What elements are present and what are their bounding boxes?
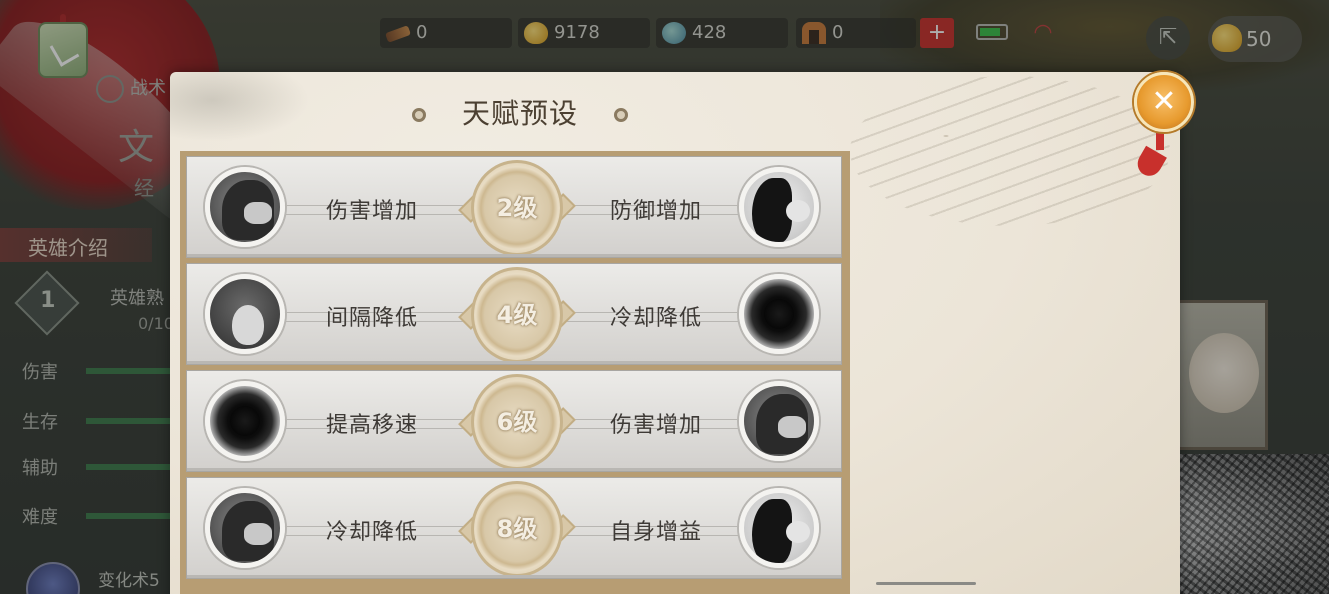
talent-left-label: 伤害增加 bbox=[325, 199, 418, 224]
vortex-icon[interactable] bbox=[739, 274, 819, 354]
close-button[interactable]: ✕ bbox=[1134, 72, 1194, 132]
talent-right-label: 伤害增加 bbox=[609, 413, 702, 438]
talent-right-label: 冷却降低 bbox=[609, 306, 702, 331]
talent-row[interactable]: 冷却降低 8级 自身增益 bbox=[186, 477, 842, 579]
level-label: 8级 bbox=[496, 515, 538, 543]
level-label: 4级 bbox=[496, 301, 538, 329]
talent-row[interactable]: 伤害增加 2级 防御增加 bbox=[186, 156, 842, 258]
dialog-title: 天赋预设 bbox=[461, 97, 578, 130]
ornament-icon bbox=[412, 108, 426, 122]
level-medal: 4级 bbox=[458, 267, 576, 363]
level-label: 6级 bbox=[496, 408, 538, 436]
talent-row[interactable]: 提高移速 6级 伤害增加 bbox=[186, 370, 842, 472]
beast-mask-icon[interactable] bbox=[739, 167, 819, 247]
level-label: 2级 bbox=[496, 194, 538, 222]
close-icon: ✕ bbox=[1151, 84, 1177, 119]
talent-list: 伤害增加 2级 防御增加 间隔降低 4级 冷却降低 提高移速 6级 伤害增加 冷… bbox=[180, 151, 850, 594]
branch-decoration bbox=[850, 76, 1170, 226]
talent-right-label: 防御增加 bbox=[609, 199, 702, 224]
drop-icon[interactable] bbox=[205, 274, 285, 354]
talent-left-label: 间隔降低 bbox=[325, 306, 418, 331]
tassel-decoration bbox=[1134, 128, 1174, 180]
warrior-icon[interactable] bbox=[205, 167, 285, 247]
vortex-icon[interactable] bbox=[205, 381, 285, 461]
level-medal: 6级 bbox=[458, 374, 576, 470]
talent-right-label: 自身增益 bbox=[609, 520, 702, 545]
level-medal: 2级 bbox=[458, 160, 576, 256]
beast-mask-icon[interactable] bbox=[739, 488, 819, 568]
warrior-icon[interactable] bbox=[205, 488, 285, 568]
level-medal: 8级 bbox=[458, 481, 576, 577]
talent-left-label: 提高移速 bbox=[325, 413, 418, 438]
warrior-icon[interactable] bbox=[739, 381, 819, 461]
talent-row[interactable]: 间隔降低 4级 冷却降低 bbox=[186, 263, 842, 365]
dialog-header: 天赋预设 bbox=[410, 94, 630, 134]
ink-decoration bbox=[170, 72, 310, 142]
scrollbar[interactable] bbox=[876, 582, 976, 585]
talent-left-label: 冷却降低 bbox=[325, 520, 418, 545]
ornament-icon bbox=[614, 108, 628, 122]
